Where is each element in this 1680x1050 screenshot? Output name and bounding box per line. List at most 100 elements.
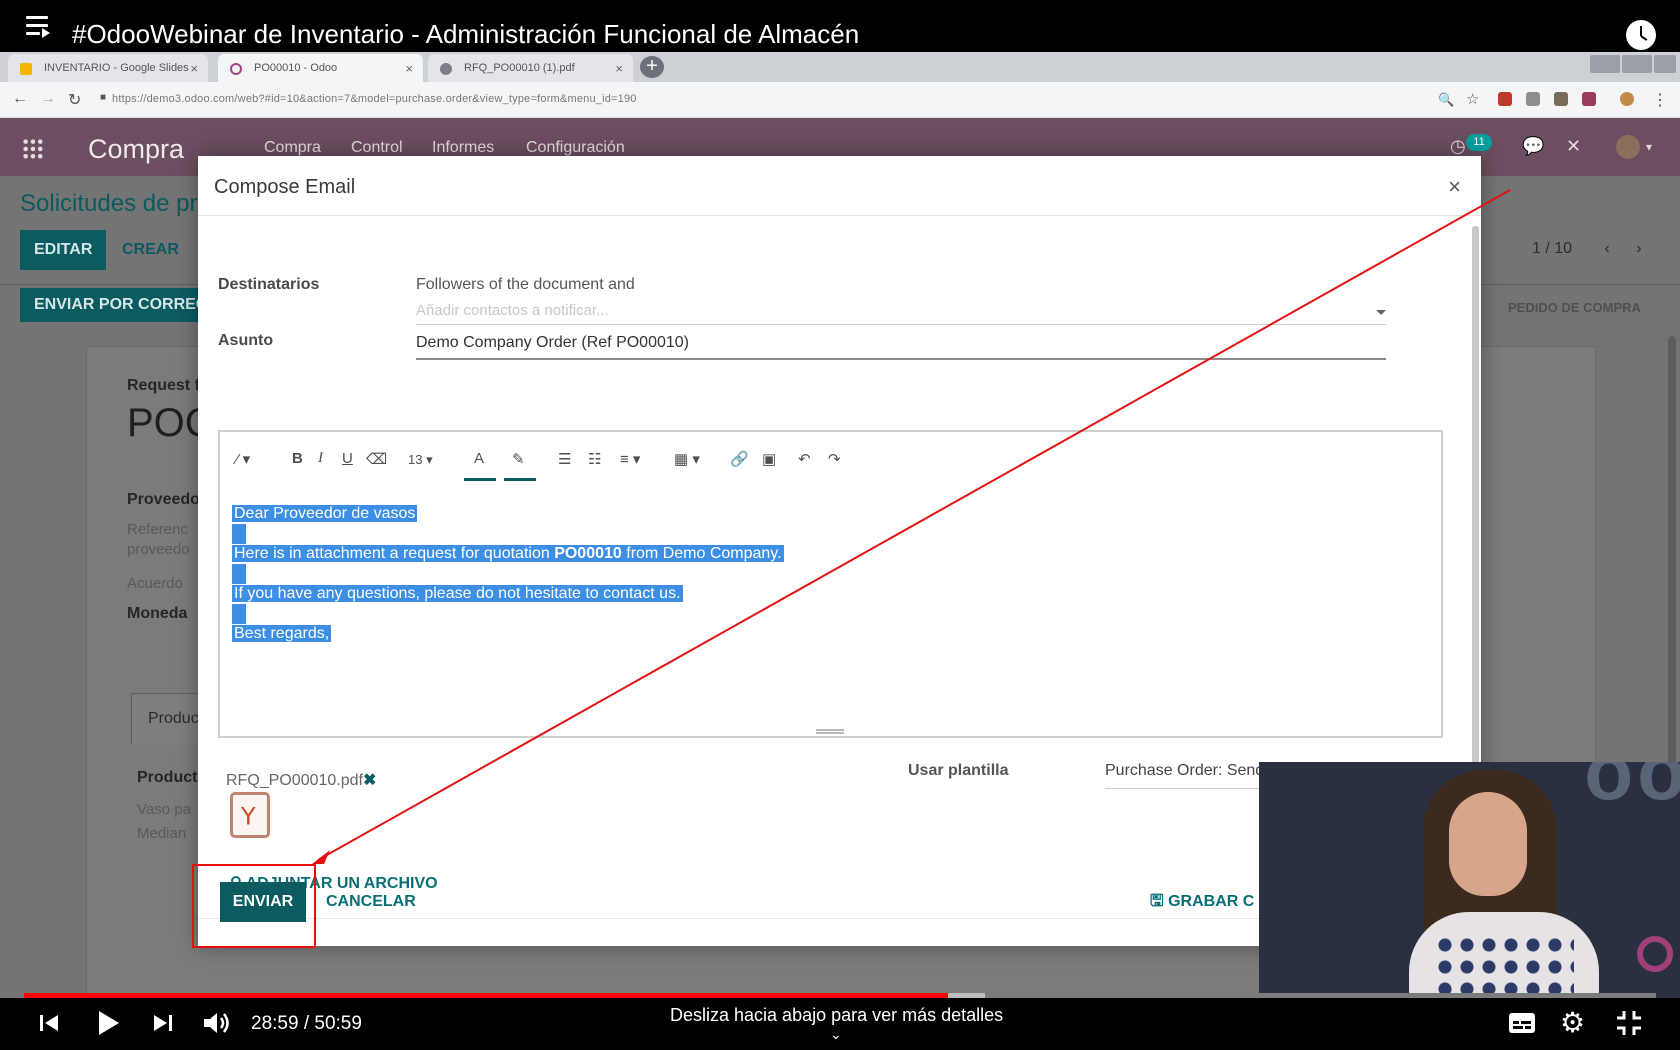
status-purchase-order[interactable]: PEDIDO DE COMPRA [1508,300,1641,315]
text-color-icon[interactable]: A [474,450,484,467]
chevron-left-icon[interactable]: ‹ [1604,240,1609,257]
font-size-dropdown[interactable]: 13 ▾ [408,452,433,468]
extension-icon[interactable] [1526,92,1540,106]
close-window-icon[interactable] [1654,55,1676,73]
remove-attachment-icon[interactable]: ✖ [363,772,376,789]
redo-icon[interactable]: ↷ [828,450,841,468]
save-template-label: GRABAR C [1168,893,1255,910]
close-tab-icon[interactable]: × [405,61,413,76]
menu-control[interactable]: Control [351,139,403,157]
user-avatar[interactable] [1616,135,1640,159]
extension-icon[interactable] [1498,92,1512,106]
product-row[interactable]: Median [137,825,186,842]
agreement-label: Acuerdo [127,575,183,592]
subject-label: Asunto [218,332,274,349]
browser-tab[interactable]: PO00010 - Odoo × [218,54,423,82]
body-line: If you have any questions, please do not… [232,585,683,602]
undo-icon[interactable]: ↶ [798,450,811,468]
debug-tools-icon[interactable]: ✕ [1566,136,1581,157]
extension-icon[interactable] [1582,92,1596,106]
breadcrumb[interactable]: Solicitudes de pr [20,190,197,218]
extension-icon[interactable] [1554,92,1568,106]
chevron-down-icon[interactable]: ⌄ [830,1026,842,1043]
app-name: Compra [88,134,185,164]
paragraph-align-icon[interactable]: ≡ ▾ [620,450,640,468]
chevron-down-icon[interactable]: ▾ [1646,140,1652,154]
next-icon[interactable] [152,1012,174,1034]
table-icon[interactable]: ▦ ▾ [674,450,700,468]
seek-bar[interactable] [24,993,1656,998]
subject-input[interactable]: Demo Company Order (Ref PO00010) [416,334,689,352]
apps-grid-icon[interactable] [22,138,44,160]
close-tab-icon[interactable]: × [615,61,623,76]
watch-later-clock-icon[interactable] [1626,20,1656,50]
subtitles-icon[interactable] [1508,1012,1536,1034]
activity-clock-icon[interactable]: ◷ [1450,136,1466,157]
new-tab-button[interactable]: + [640,56,664,78]
bookmark-star-icon[interactable]: ☆ [1466,90,1479,108]
forward-icon[interactable]: → [40,90,56,108]
vendor-label: Proveedo [127,491,200,508]
address-bar[interactable]: https://demo3.odoo.com/web?#id=10&action… [112,93,637,105]
email-body-content[interactable]: Dear Proveedor de vasos Here is in attac… [232,504,784,644]
menu-configuracion[interactable]: Configuración [526,139,625,157]
odoo-backdrop-logo: oo [1584,762,1680,816]
video-title[interactable]: #OdooWebinar de Inventario - Administrac… [72,19,859,50]
highlight-color-icon[interactable]: ✎ [512,450,525,468]
chat-icon[interactable]: 💬 [1522,136,1544,157]
exit-fullscreen-icon[interactable] [1616,1010,1642,1036]
chevron-right-icon[interactable]: › [1636,240,1641,257]
save-template-button[interactable]: 🖫 GRABAR C [1150,882,1254,922]
image-icon[interactable]: ▣ [762,450,776,468]
selection-gap [232,604,246,624]
save-icon: 🖫 [1150,893,1169,910]
font-size-value: 13 [408,452,423,467]
chrome-menu-icon[interactable]: ⋮ [1652,90,1668,110]
reload-icon[interactable]: ↻ [68,90,81,110]
swipe-hint: Desliza hacia abajo para ver más detalle… [670,1005,1004,1025]
link-icon[interactable]: 🔗 [730,450,749,468]
create-button[interactable]: CREAR [108,230,193,270]
browser-tab[interactable]: INVENTARIO - Google Slides × [8,54,208,82]
ordered-list-icon[interactable]: ☷ [588,450,601,468]
menu-informes[interactable]: Informes [432,139,494,157]
body-line: Here is in attachment a request for quot… [232,545,784,562]
bold-icon[interactable]: B [292,450,303,467]
back-icon[interactable]: ← [12,90,28,108]
eraser-icon[interactable]: ⌫ [366,450,387,468]
email-body-editor[interactable]: ⁄ ▾ B I U ⌫ 13 ▾ A ✎ ☰ ☷ ≡ ▾ ▦ ▾ 🔗 ▣ ↶ ↷… [218,430,1443,738]
pdf-file-icon[interactable] [230,792,270,838]
browser-tab[interactable]: RFQ_PO00010 (1).pdf × [428,54,633,82]
chevron-down-icon[interactable] [1376,310,1386,315]
previous-icon[interactable] [38,1012,60,1034]
recipients-input[interactable]: Añadir contactos a notificar... [416,302,609,319]
playlist-menu-icon[interactable] [26,14,52,38]
dialog-scrollbar[interactable] [1472,226,1479,826]
menu-compra[interactable]: Compra [264,139,321,157]
globe-icon [440,63,452,75]
edit-button[interactable]: EDITAR [20,230,107,270]
play-icon[interactable] [96,1010,120,1036]
product-row[interactable]: Vaso pa [137,801,191,818]
close-tab-icon[interactable]: × [190,61,198,76]
send-by-email-button[interactable]: ENVIAR POR CORREO [20,288,223,322]
blouse-pattern [1434,934,1574,998]
settings-gear-icon[interactable]: ⚙ [1560,1006,1585,1039]
cancel-button[interactable]: CANCELAR [326,882,416,922]
style-dropdown-icon[interactable]: ⁄ ▾ [236,450,250,468]
volume-icon[interactable] [202,1010,232,1036]
maximize-window-icon[interactable] [1622,55,1652,73]
zoom-icon[interactable]: 🔍 [1438,92,1454,108]
reference-label: Referenc [127,521,188,538]
resize-grip-icon[interactable] [816,729,844,734]
profile-avatar[interactable] [1620,92,1634,106]
recipients-label: Destinatarios [218,276,320,293]
browser-toolbar: ← → ↻ ■ https://demo3.odoo.com/web?#id=1… [0,82,1680,118]
presenter-face [1449,792,1527,896]
unordered-list-icon[interactable]: ☰ [558,450,571,468]
presenter-webcam: oo [1259,762,1680,998]
italic-icon[interactable]: I [318,450,323,467]
underline-icon[interactable]: U [342,450,353,467]
close-icon[interactable]: × [1448,174,1461,200]
minimize-window-icon[interactable] [1590,55,1620,73]
